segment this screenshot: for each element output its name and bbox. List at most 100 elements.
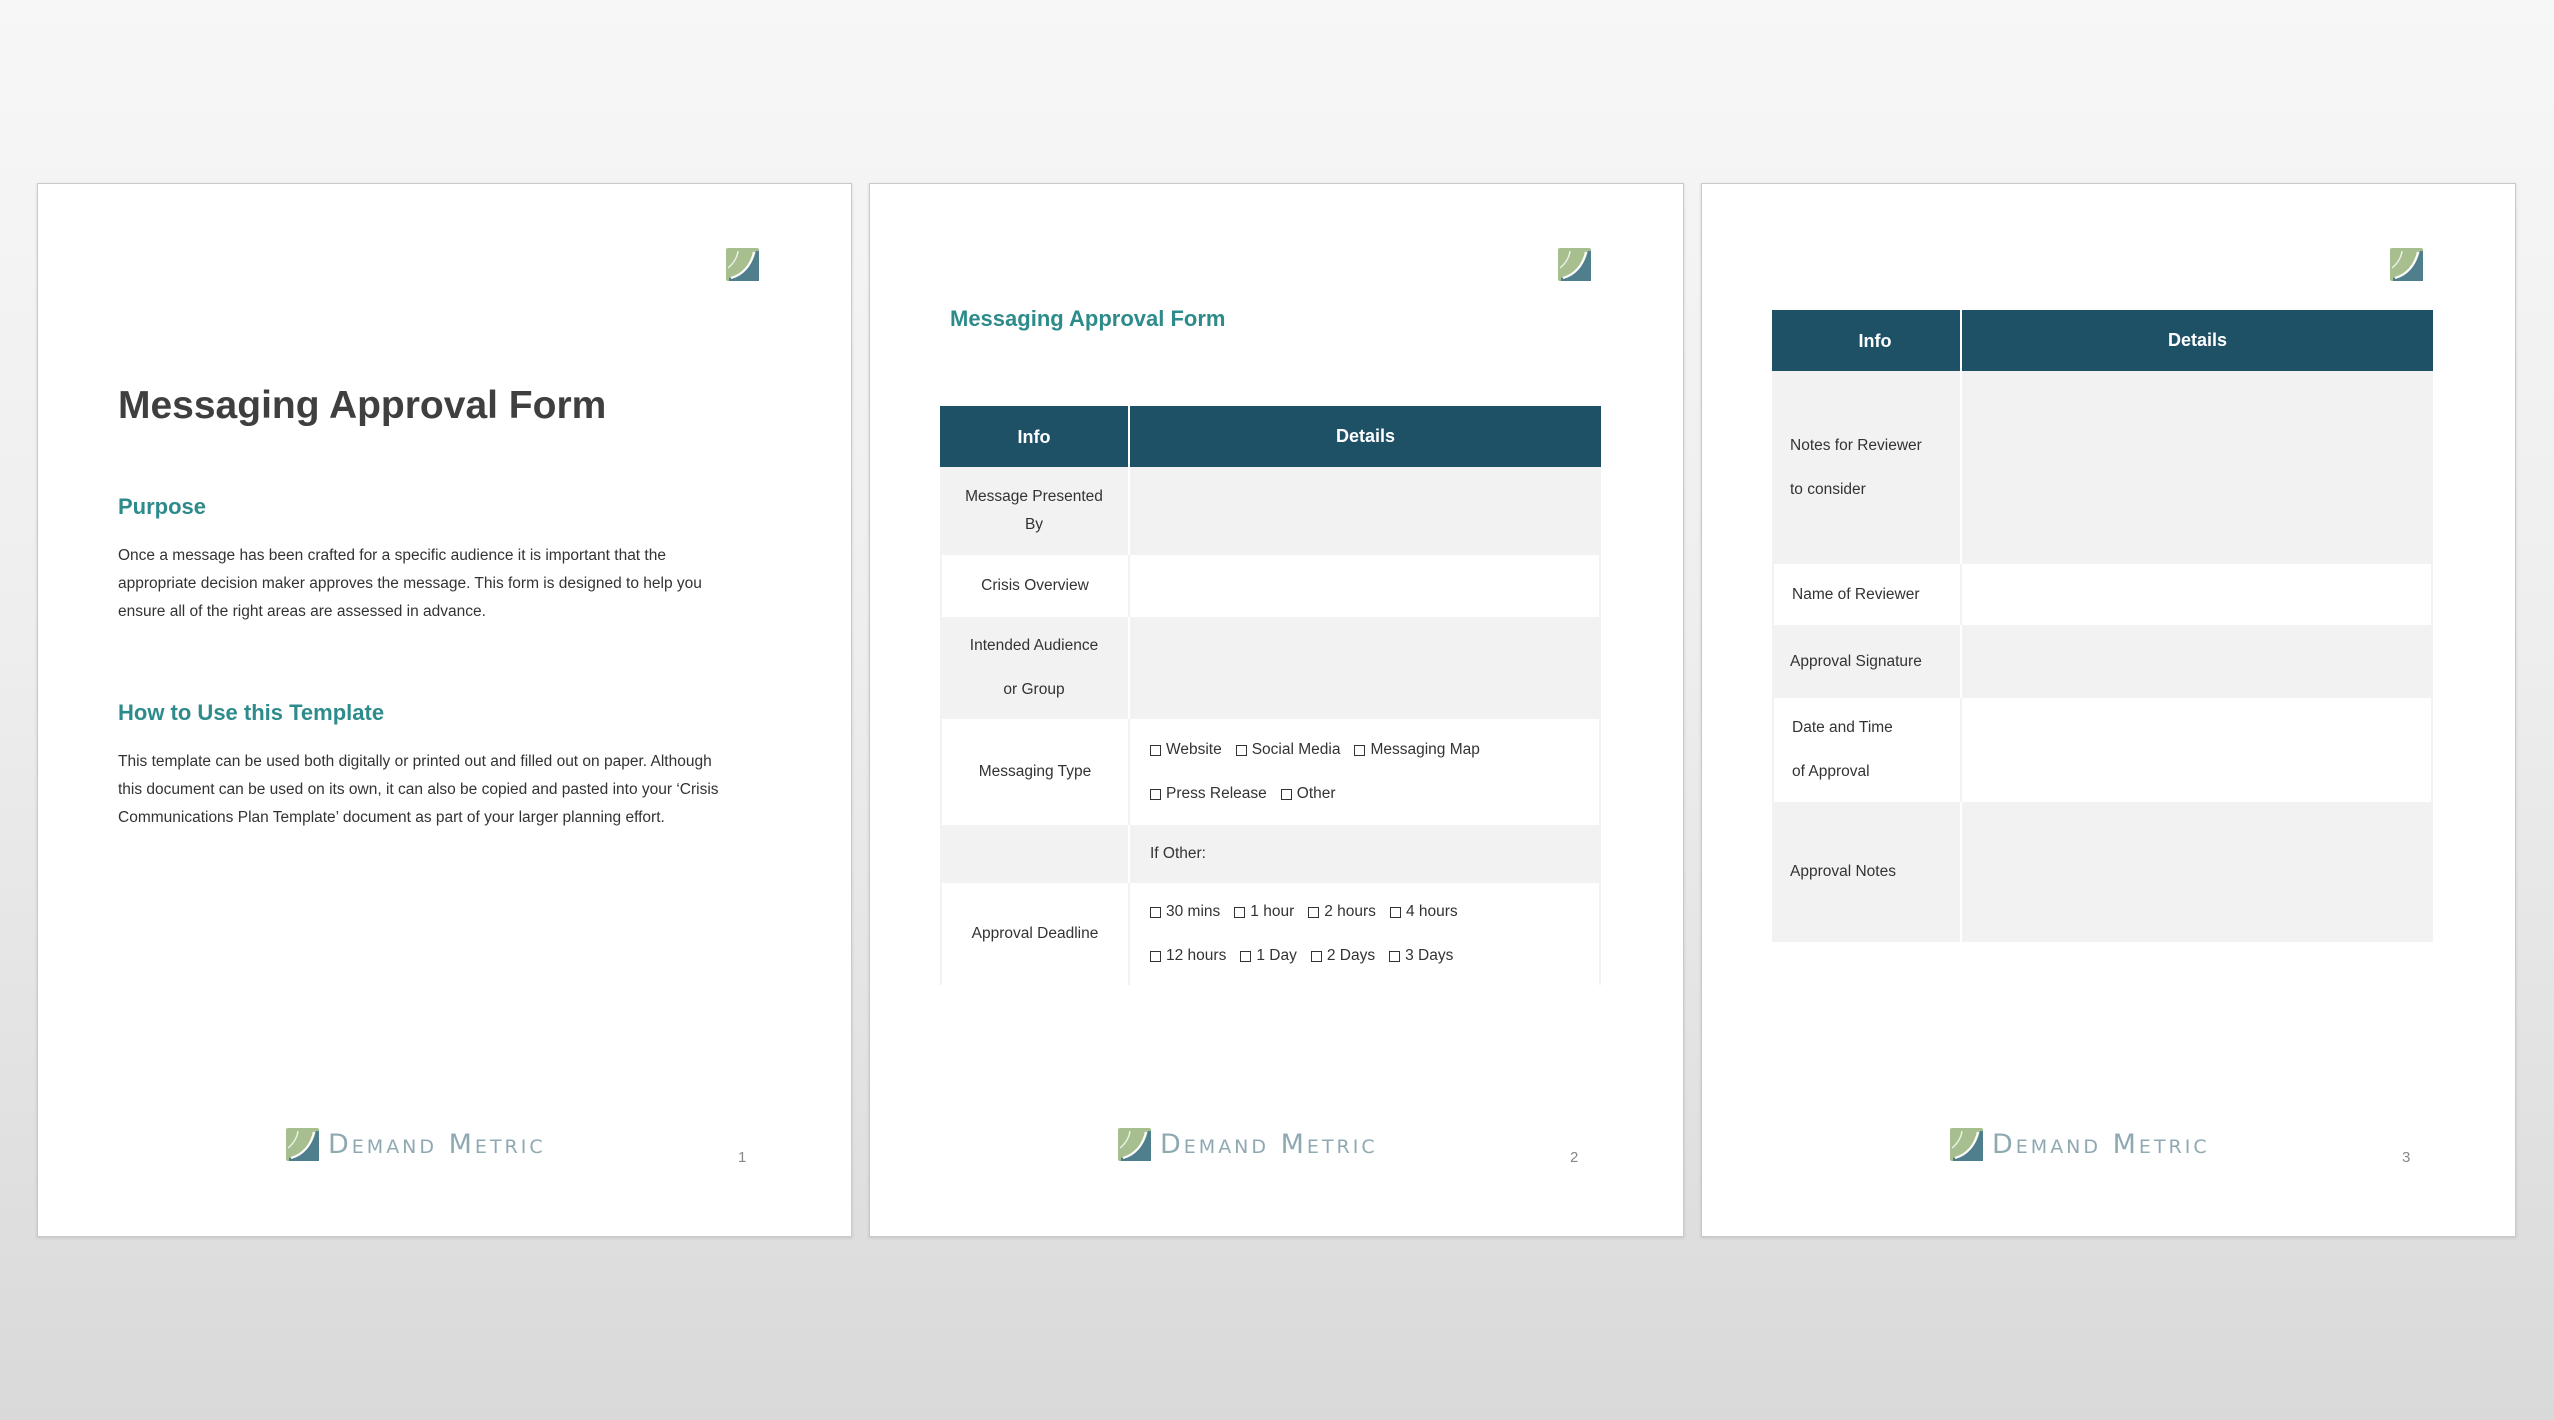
option-messaging-map[interactable]: Messaging Map	[1354, 741, 1480, 759]
page-number: 1	[738, 1149, 747, 1166]
checkbox-icon[interactable]	[1240, 950, 1252, 962]
table-row: Message Presented By	[940, 467, 1601, 555]
table-header: Info Details	[940, 406, 1601, 467]
checkbox-icon[interactable]	[1150, 788, 1161, 800]
brand-name: Demand Metric	[328, 1128, 546, 1160]
checkbox-icon[interactable]	[1235, 744, 1247, 756]
checkbox-icon[interactable]	[1150, 744, 1161, 756]
table-row: Name of Reviewer	[1772, 564, 2433, 625]
header-details: Details	[1128, 406, 1601, 467]
demand-metric-logo-icon	[1558, 248, 1591, 281]
table-row: Crisis Overview	[940, 555, 1601, 617]
crisis-overview-field[interactable]	[1128, 555, 1601, 617]
label-line: Intended Audience	[969, 637, 1099, 654]
label-line: Message Presented	[965, 488, 1103, 505]
demand-metric-logo-icon	[286, 1128, 319, 1161]
how-to-use-text: This template can be used both digitally…	[118, 748, 758, 832]
how-line: this document can be used on its own, it…	[118, 781, 719, 798]
brand-name: Demand Metric	[1992, 1128, 2210, 1160]
option-2-hours[interactable]: 2 hours	[1308, 903, 1376, 921]
row-label-empty	[940, 825, 1128, 883]
checkbox-icon[interactable]	[1234, 906, 1246, 918]
how-line: Communications Plan Template’ document a…	[118, 809, 665, 826]
option-3-days[interactable]: 3 Days	[1389, 947, 1453, 965]
row-label-approval-deadline: Approval Deadline	[940, 883, 1128, 985]
date-time-field[interactable]	[1960, 698, 2433, 802]
reviewer-table: Info Details Notes for Reviewer to consi…	[1772, 310, 2433, 942]
checkbox-icon[interactable]	[1389, 950, 1401, 962]
footer-brand-logo: Demand Metric	[1950, 1127, 2210, 1161]
approval-deadline-options: 30 mins 1 hour 2 hours 4 hours 12 hours …	[1128, 883, 1601, 985]
demand-metric-logo-icon	[1950, 1128, 1983, 1161]
demand-metric-logo-icon	[2390, 248, 2423, 281]
purpose-line: ensure all of the right areas are assess…	[118, 603, 486, 620]
approval-form-table: Info Details Message Presented By Crisis…	[940, 406, 1601, 985]
page-1: Messaging Approval Form Purpose Once a m…	[37, 183, 852, 1237]
table-row: Notes for Reviewer to consider	[1772, 371, 2433, 564]
intended-audience-field[interactable]	[1128, 617, 1601, 719]
messaging-type-options: Website Social Media Messaging Map Press…	[1128, 719, 1601, 825]
name-of-reviewer-field[interactable]	[1960, 564, 2433, 625]
option-2-days[interactable]: 2 Days	[1310, 947, 1375, 965]
approval-notes-field[interactable]	[1960, 802, 2433, 942]
how-line: This template can be used both digitally…	[118, 753, 712, 770]
presented-by-field[interactable]	[1128, 467, 1601, 555]
checkbox-icon[interactable]	[1354, 744, 1366, 756]
demand-metric-logo-icon	[726, 248, 759, 281]
row-label-approval-signature: Approval Signature	[1790, 652, 1922, 670]
row-label-intended-audience: Intended Audience or Group	[940, 617, 1128, 719]
row-label-date-time: Date and Time of Approval	[1772, 698, 1960, 802]
option-social-media[interactable]: Social Media	[1235, 741, 1340, 759]
label-line: to consider	[1790, 480, 1866, 498]
purpose-line: appropriate decision maker approves the …	[118, 575, 702, 592]
checkbox-icon[interactable]	[1310, 950, 1322, 962]
checkbox-icon[interactable]	[1389, 906, 1401, 918]
page-number: 2	[1570, 1149, 1579, 1166]
footer-brand-logo: Demand Metric	[286, 1127, 546, 1161]
brand-name: Demand Metric	[1160, 1128, 1378, 1160]
form-title: Messaging Approval Form	[950, 306, 1226, 331]
page-number: 3	[2402, 1149, 2411, 1166]
row-label-presented-by: Message Presented By	[940, 467, 1128, 555]
demand-metric-logo-icon	[1118, 1128, 1151, 1161]
checkbox-icon[interactable]	[1150, 906, 1161, 918]
purpose-heading: Purpose	[118, 494, 207, 519]
header-info: Info	[1017, 426, 1051, 447]
if-other-label: If Other:	[1150, 845, 1206, 862]
option-other[interactable]: Other	[1280, 785, 1336, 803]
option-press-release[interactable]: Press Release	[1150, 785, 1267, 803]
table-row: Intended Audience or Group	[940, 617, 1601, 719]
notes-for-reviewer-field[interactable]	[1960, 371, 2433, 564]
if-other-field[interactable]: If Other:	[1128, 825, 1601, 883]
label-line: of Approval	[1792, 763, 1870, 780]
header-info: Info	[1858, 330, 1892, 351]
label-line: Date and Time	[1792, 719, 1893, 736]
table-row: Messaging Type Website Social Media Mess…	[940, 719, 1601, 825]
row-label-name-of-reviewer: Name of Reviewer	[1772, 564, 1960, 625]
approval-signature-field[interactable]	[1960, 625, 2433, 698]
how-to-use-heading: How to Use this Template	[118, 700, 385, 725]
document-title: Messaging Approval Form	[118, 384, 607, 427]
option-website[interactable]: Website	[1150, 741, 1222, 759]
checkbox-icon[interactable]	[1280, 788, 1292, 800]
table-row: Approval Signature	[1772, 625, 2433, 698]
checkbox-icon[interactable]	[1308, 906, 1320, 918]
page-2: Messaging Approval Form Info Details Mes…	[869, 183, 1684, 1237]
option-12-hours[interactable]: 12 hours	[1150, 947, 1226, 965]
row-label-crisis-overview: Crisis Overview	[940, 555, 1128, 617]
row-label-notes-for-reviewer: Notes for Reviewer to consider	[1772, 371, 1960, 564]
header-details: Details	[1960, 310, 2433, 371]
checkbox-icon[interactable]	[1150, 950, 1161, 962]
table-row: Approval Notes	[1772, 802, 2433, 942]
table-row: Date and Time of Approval	[1772, 698, 2433, 802]
purpose-line: Once a message has been crafted for a sp…	[118, 547, 666, 564]
footer-brand-logo: Demand Metric	[1118, 1127, 1378, 1161]
option-1-hour[interactable]: 1 hour	[1234, 903, 1294, 921]
option-1-day[interactable]: 1 Day	[1240, 947, 1297, 965]
option-4-hours[interactable]: 4 hours	[1389, 903, 1458, 921]
option-30-mins[interactable]: 30 mins	[1150, 903, 1220, 921]
table-header: Info Details	[1772, 310, 2433, 371]
purpose-text: Once a message has been crafted for a sp…	[118, 542, 758, 626]
row-label-approval-notes: Approval Notes	[1790, 863, 1896, 880]
label-line: By	[1024, 516, 1044, 533]
